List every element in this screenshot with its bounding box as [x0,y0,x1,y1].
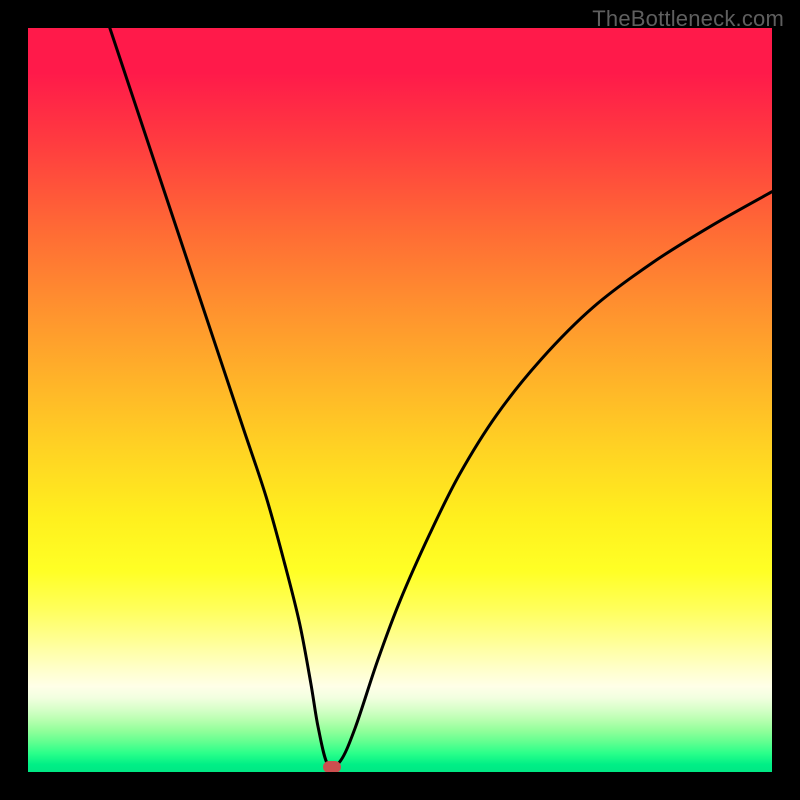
bottleneck-curve [28,28,772,772]
plot-area [28,28,772,772]
watermark-text: TheBottleneck.com [592,6,784,32]
marker-minimum [323,761,341,772]
